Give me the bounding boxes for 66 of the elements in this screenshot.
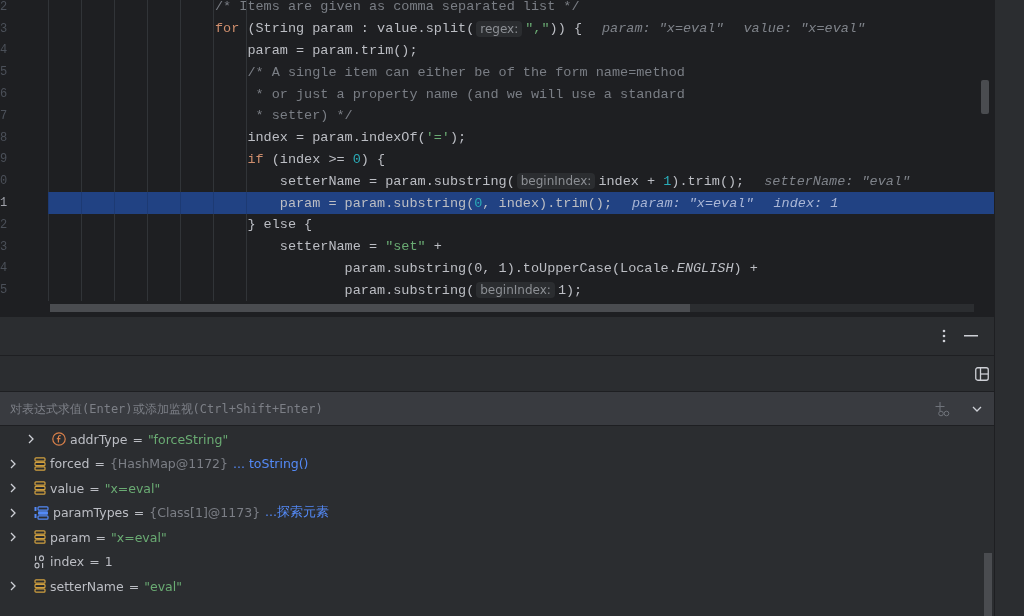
variable-value: "x=eval": [111, 529, 167, 545]
equals-sign: =: [89, 554, 100, 570]
variable-value: {HashMap@1172}: [109, 456, 228, 472]
line-number: 1: [0, 196, 9, 211]
variable-icon: [34, 579, 46, 594]
more-options-icon[interactable]: [942, 329, 947, 343]
parameter-hint: beginIndex:: [476, 282, 555, 299]
variable-name: index: [50, 554, 85, 570]
code-text: for: [215, 21, 240, 37]
code-text: ).trim();: [671, 173, 745, 189]
debug-value: setterName: "eval": [764, 173, 911, 189]
code-text: , index).trim();: [482, 195, 612, 211]
debug-value: index: 1: [773, 195, 839, 211]
code-text: setterName = param.substring(: [278, 173, 515, 189]
code-text: )) {: [549, 21, 582, 37]
variable-icon: [34, 481, 46, 496]
debug-value: param: "x=eval": [632, 195, 754, 211]
equals-sign: =: [89, 480, 100, 496]
array-icon: [34, 505, 49, 520]
equals-sign: =: [128, 578, 140, 594]
variable-row[interactable]: index = 1: [0, 549, 995, 574]
debug-value: param: "x=eval": [602, 21, 724, 37]
code-text: (String param : value.split(: [246, 21, 475, 37]
field-icon: [52, 432, 66, 447]
code-text: param = param.substring(: [278, 195, 475, 211]
code-text: param.substring(: [343, 282, 475, 298]
parameter-hint: regex:: [476, 20, 523, 37]
code-text: 1: [663, 173, 672, 189]
equals-sign: =: [95, 529, 107, 545]
variable-row[interactable]: addrType = "forceString": [0, 427, 995, 452]
code-text: ",": [525, 21, 550, 37]
variable-value: {Class[1]@1173}: [149, 505, 261, 521]
variable-value: "eval": [144, 578, 182, 594]
variable-name: param: [50, 529, 91, 545]
variable-row[interactable]: param = "x=eval": [0, 525, 995, 550]
debug-value: value: "x=eval": [743, 21, 866, 37]
variable-row[interactable]: value = "x=eval": [0, 476, 995, 501]
variable-name: paramTypes: [53, 505, 129, 521]
scrollbar-thumb[interactable]: [50, 304, 690, 312]
equals-sign: =: [132, 431, 143, 447]
variable-value: "forceString": [147, 431, 229, 447]
code-text: 0: [474, 195, 483, 211]
value-link[interactable]: ... toString(): [233, 456, 309, 472]
chevron-down-icon[interactable]: [972, 405, 983, 412]
variable-name: addrType: [70, 431, 128, 447]
variable-icon: [34, 530, 46, 545]
value-link[interactable]: ...探索元素: [265, 504, 329, 522]
layout-icon[interactable]: [975, 366, 990, 381]
variable-name: forced: [50, 456, 90, 472]
variable-icon: [34, 456, 46, 471]
variable-name: value: [50, 480, 85, 496]
scrollbar-thumb[interactable]: [984, 553, 993, 616]
variable-name: setterName: [50, 578, 124, 594]
code-text: index +: [598, 173, 657, 189]
equals-sign: =: [133, 505, 145, 521]
parameter-hint: beginIndex:: [516, 173, 596, 190]
scrollbar-thumb[interactable]: [981, 80, 990, 114]
variable-row[interactable]: forced = {HashMap@1172} ... toString(): [0, 451, 995, 476]
binary-icon: [34, 554, 46, 569]
variable-row[interactable]: setterName = "eval": [0, 574, 995, 599]
minimize-icon[interactable]: [964, 335, 979, 337]
code-text: 1);: [557, 282, 583, 298]
equals-sign: =: [94, 456, 105, 472]
variable-row[interactable]: paramTypes = {Class[1]@1173} ...探索元素: [0, 500, 995, 525]
variable-value: 1: [104, 554, 113, 570]
variable-value: "x=eval": [104, 480, 161, 496]
